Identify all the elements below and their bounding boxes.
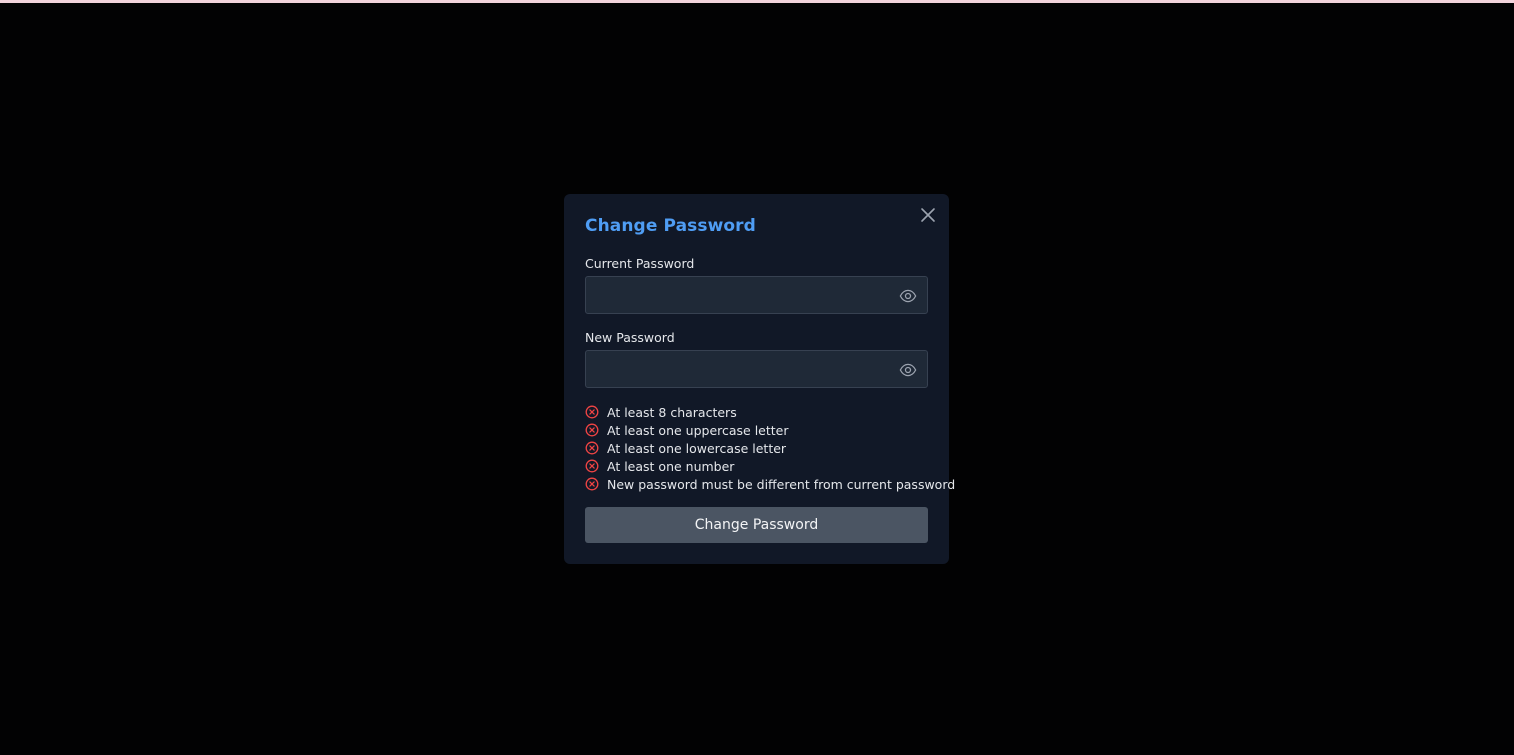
eye-icon[interactable] — [899, 287, 917, 305]
requirement-item: At least 8 characters — [585, 403, 955, 421]
close-button[interactable] — [918, 205, 938, 225]
requirement-text: New password must be different from curr… — [607, 476, 956, 492]
close-icon — [921, 208, 935, 222]
new-password-label: New Password — [585, 330, 675, 345]
requirement-item: At least one lowercase letter — [585, 439, 955, 457]
requirement-text: At least one uppercase letter — [607, 422, 789, 438]
eye-icon[interactable] — [899, 361, 917, 379]
x-circle-icon — [585, 477, 599, 491]
new-password-input[interactable] — [586, 351, 886, 387]
requirement-item: New password must be different from curr… — [585, 475, 955, 493]
requirement-text: At least one lowercase letter — [607, 440, 787, 456]
requirement-text: At least one number — [607, 458, 735, 474]
requirement-item: At least one number — [585, 457, 955, 475]
change-password-modal: Change Password Current Password New Pas… — [564, 194, 955, 564]
x-circle-icon — [585, 423, 599, 437]
change-password-button[interactable]: Change Password — [585, 507, 928, 543]
modal-title: Change Password — [585, 216, 756, 236]
x-circle-icon — [585, 459, 599, 473]
current-password-field-wrapper — [585, 276, 928, 314]
requirement-text: At least 8 characters — [607, 404, 737, 420]
requirement-item: At least one uppercase letter — [585, 421, 955, 439]
new-password-field-wrapper — [585, 350, 928, 388]
x-circle-icon — [585, 405, 599, 419]
password-requirements-list: At least 8 characters At least one upper… — [585, 403, 955, 493]
x-circle-icon — [585, 441, 599, 455]
current-password-label: Current Password — [585, 256, 695, 271]
current-password-input[interactable] — [586, 277, 886, 313]
